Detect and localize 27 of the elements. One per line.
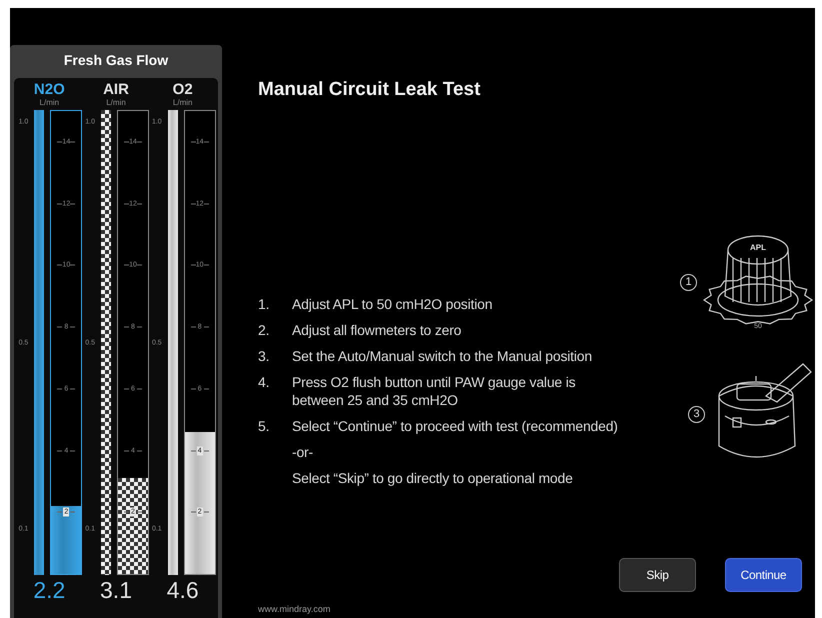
unit-label: L/min	[40, 98, 60, 108]
step-number: 1.	[258, 295, 270, 313]
gas-name: AIR	[103, 82, 129, 98]
unit-label: L/min	[106, 98, 126, 108]
panel-title: Fresh Gas Flow	[62, 51, 170, 70]
step-text: Adjust all flowmeters to zero	[292, 321, 462, 339]
continue-button[interactable]: Continue	[725, 558, 802, 592]
step-text: Set the Auto/Manual switch to the Manual position	[292, 347, 592, 365]
flow-value: 3.1	[100, 576, 132, 604]
callout-number: 3	[688, 406, 705, 422]
step-number: 2.	[258, 321, 270, 339]
step-text: Select “Skip” to go directly to operational mode	[292, 469, 573, 487]
step-text: Adjust APL to 50 cmH2O position	[292, 295, 492, 313]
flow-value: 4.6	[166, 576, 199, 604]
flow-value: 2.2	[33, 576, 66, 604]
step-number: 4.	[258, 373, 270, 392]
step-number: 5.	[258, 417, 270, 435]
step-text: Select “Continue” to proceed with test (recommended)	[292, 417, 618, 435]
step-text: Press O2 flush button until PAW gauge value is between 25 and 35 cmH2O	[292, 373, 576, 409]
page-title: Manual Circuit Leak Test	[258, 79, 482, 102]
step-text: -or-	[292, 443, 313, 461]
step-number: 3.	[258, 347, 270, 365]
gas-name: N2O	[34, 82, 65, 98]
gas-name: O2	[172, 82, 193, 98]
unit-label: L/min	[172, 98, 192, 108]
skip-button[interactable]: Skip	[619, 558, 696, 592]
callout-number: 1	[680, 274, 697, 290]
